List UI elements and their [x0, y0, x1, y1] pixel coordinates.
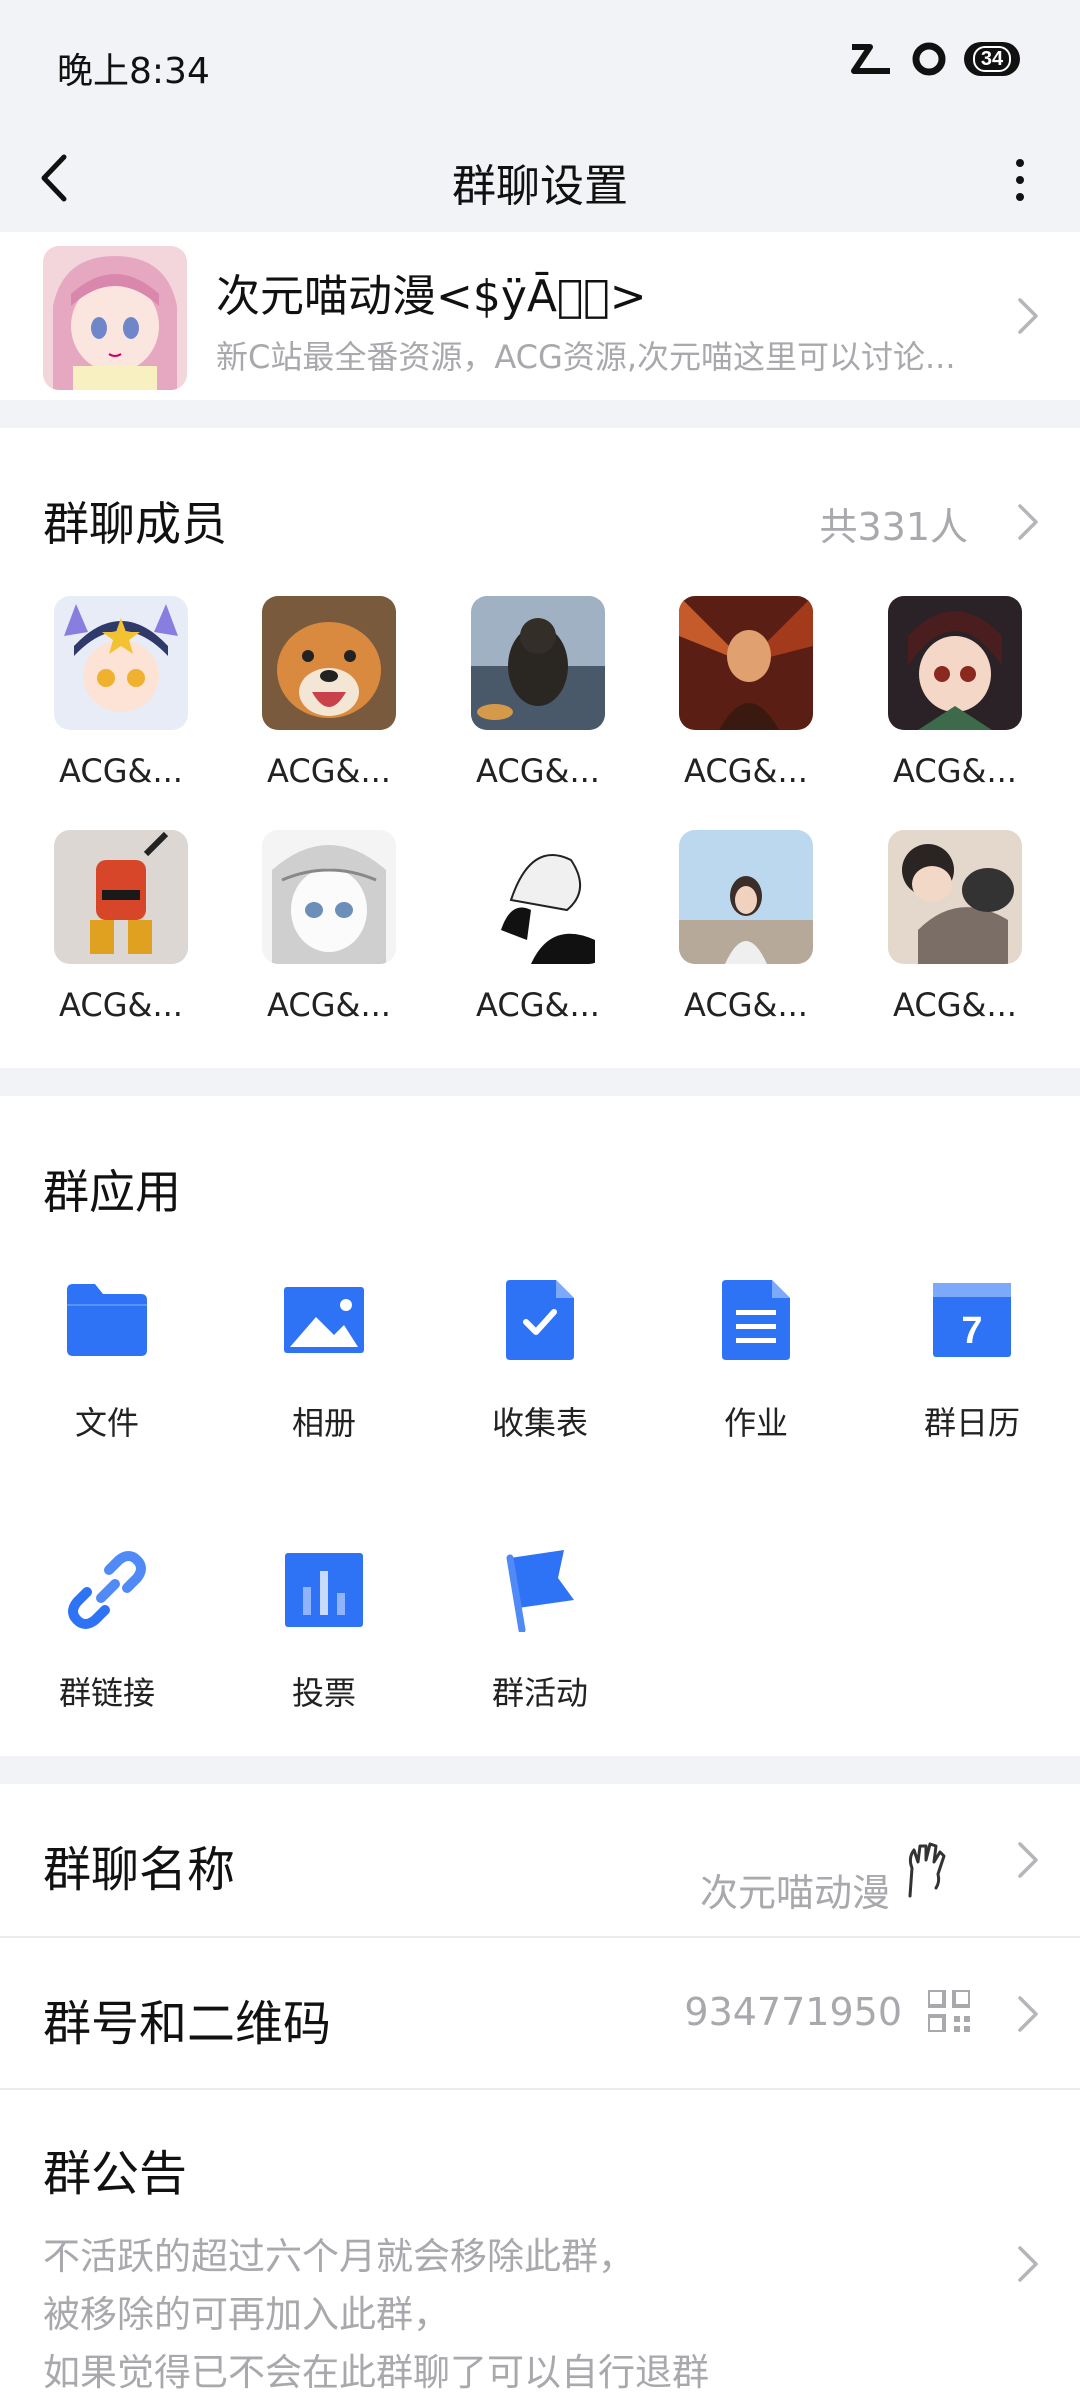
more-dot-icon — [1016, 176, 1024, 184]
group-members-section: 群聊成员 共331人 ACG&... ACG&... ACG&... ACG&.… — [0, 428, 1080, 1068]
app-label: 相册 — [291, 1404, 356, 1442]
app-files[interactable]: 文件 — [7, 1272, 207, 1444]
member-name: ACG&... — [893, 752, 1017, 790]
svg-text:7: 7 — [961, 1310, 982, 1352]
circle-status-icon — [912, 42, 946, 76]
member-name: ACG&... — [476, 752, 600, 790]
folder-icon — [59, 1272, 155, 1368]
bar-chart-icon — [276, 1542, 372, 1638]
members-section-title: 群聊成员 — [43, 497, 227, 551]
member-name: ACG&... — [59, 986, 183, 1024]
app-label: 群活动 — [491, 1674, 588, 1712]
member-item[interactable]: ACG&... — [860, 830, 1050, 1024]
nav-bar: 群聊设置 — [0, 124, 1080, 232]
member-item[interactable]: ACG&... — [651, 830, 841, 1024]
app-vote[interactable]: 投票 — [224, 1542, 424, 1714]
photo-album-icon — [276, 1272, 372, 1368]
group-number-row[interactable]: 群号和二维码 934771950 — [0, 1938, 1080, 2090]
group-notice-row[interactable]: 群公告 不活跃的超过六个月就会移除此群， 被移除的可再加入此群， 如果觉得已不会… — [0, 2090, 1080, 2400]
more-dot-icon — [1016, 193, 1024, 201]
status-icons: 34 — [848, 40, 1020, 78]
group-name: 次元喵动漫<$ÿĀ  > — [216, 271, 647, 322]
app-group-link[interactable]: 群链接 — [7, 1542, 207, 1714]
chevron-right-icon — [1018, 298, 1038, 334]
chevron-right-icon[interactable] — [1016, 502, 1040, 542]
group-avatar — [43, 246, 187, 390]
group-number-label: 群号和二维码 — [43, 1996, 332, 2052]
member-avatar — [471, 830, 605, 964]
member-item[interactable]: ACG&... — [860, 596, 1050, 790]
member-avatar — [679, 830, 813, 964]
page-title: 群聊设置 — [452, 161, 628, 212]
more-dot-icon — [1016, 159, 1024, 167]
member-avatar — [262, 830, 396, 964]
signal-icon — [851, 44, 890, 74]
link-icon — [59, 1542, 155, 1638]
app-group-calendar[interactable]: 7 群日历 — [872, 1272, 1072, 1444]
battery-icon: 34 — [964, 42, 1020, 76]
group-description: 新C站最全番资源，ACG资源,次元喵这里可以讨论... — [216, 338, 956, 376]
member-item[interactable]: ACG&... — [443, 830, 633, 1024]
apps-section-title: 群应用 — [43, 1165, 181, 1219]
app-photo-album[interactable]: 相册 — [224, 1272, 424, 1444]
chevron-right-icon — [1018, 2246, 1038, 2282]
app-label: 文件 — [74, 1404, 139, 1442]
app-label: 群链接 — [58, 1674, 155, 1712]
app-homework[interactable]: 作业 — [656, 1272, 856, 1444]
calendar-icon: 7 — [924, 1272, 1020, 1368]
member-item[interactable]: ACG&... — [26, 596, 216, 790]
member-avatar — [679, 596, 813, 730]
member-name: ACG&... — [267, 986, 391, 1024]
chevron-right-icon — [1018, 1996, 1038, 2032]
member-item[interactable]: ACG&... — [443, 596, 633, 790]
member-avatar — [54, 596, 188, 730]
status-time: 晚上8:34 — [57, 51, 210, 92]
notice-line: 被移除的可再加入此群， — [43, 2293, 450, 2336]
member-name: ACG&... — [684, 752, 808, 790]
group-notice-label: 群公告 — [43, 2146, 188, 2202]
app-label: 作业 — [723, 1404, 788, 1442]
member-name: ACG&... — [893, 986, 1017, 1024]
notice-line: 不活跃的超过六个月就会移除此群， — [43, 2235, 635, 2278]
member-name: ACG&... — [267, 752, 391, 790]
member-count[interactable]: 共331人 — [819, 496, 968, 551]
member-avatar — [888, 830, 1022, 964]
member-avatar — [262, 596, 396, 730]
member-name: ACG&... — [59, 752, 183, 790]
app-label: 收集表 — [491, 1404, 588, 1442]
battery-level: 34 — [972, 46, 1012, 72]
member-avatar — [888, 596, 1022, 730]
member-name: ACG&... — [476, 986, 600, 1024]
group-name-label: 群聊名称 — [43, 1842, 236, 1898]
member-name: ACG&... — [684, 986, 808, 1024]
hand-gesture-icon — [908, 1842, 946, 1898]
document-icon — [708, 1272, 804, 1368]
member-item[interactable]: ACG&... — [26, 830, 216, 1024]
more-options-button[interactable] — [990, 140, 1050, 220]
group-notice-text: 不活跃的超过六个月就会移除此群， 被移除的可再加入此群， 如果觉得已不会在此群聊… — [43, 2228, 709, 2400]
flag-icon — [492, 1542, 588, 1638]
member-item[interactable]: ACG&... — [234, 596, 424, 790]
app-group-activity[interactable]: 群活动 — [440, 1542, 640, 1714]
chevron-right-icon — [1018, 1842, 1038, 1878]
group-settings-list: 群聊名称 次元喵动漫 群号和二维码 934771950 群公告 不活跃的超过六个… — [0, 1784, 1080, 2400]
group-number-value: 934771950 — [684, 1990, 902, 2034]
app-collection-form[interactable]: 收集表 — [440, 1272, 640, 1444]
member-item[interactable]: ACG&... — [651, 596, 841, 790]
member-item[interactable]: ACG&... — [234, 830, 424, 1024]
member-avatar — [471, 596, 605, 730]
qr-code-icon — [928, 1990, 970, 2032]
form-check-icon — [492, 1272, 588, 1368]
status-bar: 晚上8:34 34 — [0, 0, 1080, 124]
app-label: 群日历 — [923, 1404, 1020, 1442]
group-name-value: 次元喵动漫 — [699, 1871, 890, 1915]
notice-line: 如果觉得已不会在此群聊了可以自行退群 — [43, 2351, 709, 2394]
app-label: 投票 — [291, 1674, 356, 1712]
group-apps-section: 群应用 文件 相册 收集表 作业 7 群日历 群链接 投票 群活动 — [0, 1096, 1080, 1756]
member-avatar — [54, 830, 188, 964]
group-name-row[interactable]: 群聊名称 次元喵动漫 — [0, 1784, 1080, 1938]
group-profile-card[interactable]: 次元喵动漫<$ÿĀ  > 新C站最全番资源，ACG资源,次元喵这里可以讨论... — [0, 232, 1080, 400]
